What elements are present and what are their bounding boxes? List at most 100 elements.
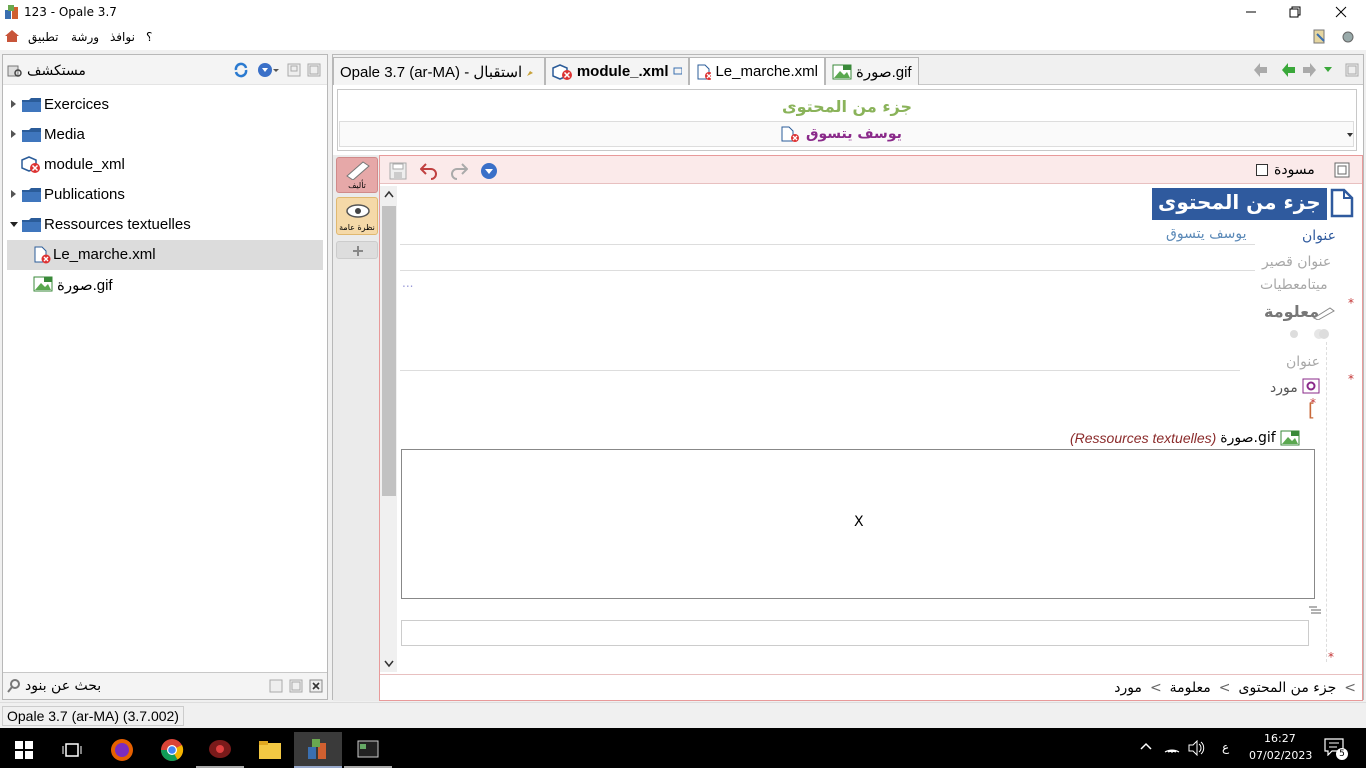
volume-icon[interactable] bbox=[1188, 740, 1206, 756]
info-options-icon[interactable] bbox=[1288, 328, 1300, 340]
explorer-menu-icon[interactable] bbox=[257, 62, 279, 78]
restore-icon[interactable] bbox=[269, 679, 283, 693]
image-reference[interactable]: صورة.gif (Ressources textuelles) bbox=[1070, 430, 1300, 446]
author-mode-tab[interactable]: تأليف bbox=[336, 157, 378, 193]
close-window-button[interactable] bbox=[1318, 0, 1364, 24]
perspective-icon[interactable] bbox=[1312, 29, 1328, 45]
settings-icon[interactable] bbox=[1340, 29, 1356, 45]
history-dropdown-icon[interactable] bbox=[1323, 66, 1333, 74]
terminal-taskbar-button[interactable] bbox=[344, 732, 392, 768]
file-explorer-taskbar-button[interactable] bbox=[246, 732, 294, 768]
editor-menu-icon[interactable] bbox=[480, 162, 498, 180]
folder-open-icon bbox=[22, 218, 41, 232]
tree-item-ressources-textuelles[interactable]: Ressources textuelles bbox=[3, 210, 327, 240]
breadcrumb: > جزء من المحتوى > معلومة > مورد bbox=[380, 674, 1362, 700]
gif-image-icon bbox=[1280, 430, 1300, 446]
tree-item-exercices[interactable]: Exercices bbox=[3, 90, 327, 120]
save-icon[interactable] bbox=[389, 162, 407, 180]
refresh-icon[interactable] bbox=[233, 62, 249, 78]
menu-windows[interactable]: نوافذ bbox=[110, 30, 135, 44]
search-icon bbox=[6, 678, 22, 694]
history-back-icon[interactable] bbox=[1281, 62, 1297, 78]
short-title-label: عنوان قصير bbox=[1262, 254, 1332, 270]
breadcrumb-item[interactable]: جزء من المحتوى bbox=[1239, 680, 1337, 696]
info-title-input[interactable] bbox=[400, 370, 1240, 371]
item-title-text: يوسف يتسوق bbox=[806, 126, 902, 142]
restore-icon[interactable] bbox=[287, 63, 301, 77]
app-taskbar-button[interactable] bbox=[196, 732, 244, 768]
menu-workshop[interactable]: ورشة bbox=[71, 30, 99, 44]
breadcrumb-item[interactable]: معلومة bbox=[1170, 680, 1211, 696]
maximize-panel-icon[interactable] bbox=[289, 679, 303, 693]
wifi-icon[interactable] bbox=[1164, 740, 1180, 754]
info-palette-icon[interactable] bbox=[1312, 326, 1330, 342]
home-icon[interactable] bbox=[4, 29, 20, 43]
opale-taskbar-button[interactable] bbox=[294, 732, 342, 768]
metadata-ellipsis[interactable]: ... bbox=[402, 276, 413, 290]
collapse-arrow-icon[interactable] bbox=[10, 222, 18, 227]
chevron-up-icon[interactable] bbox=[1140, 742, 1152, 750]
tree-item-publications[interactable]: Publications bbox=[3, 180, 327, 210]
vertical-scrollbar[interactable] bbox=[380, 186, 397, 672]
input-language[interactable]: ع bbox=[1222, 740, 1229, 754]
back-arrow-icon[interactable] bbox=[1253, 62, 1269, 78]
menu-help[interactable]: ؟ bbox=[146, 30, 152, 44]
maximize-panel-icon[interactable] bbox=[1345, 63, 1359, 77]
clock-time[interactable]: 16:27 bbox=[1264, 732, 1296, 745]
overview-mode-tab[interactable]: نظرة عامة bbox=[336, 197, 378, 235]
history-forward-icon[interactable] bbox=[1301, 62, 1317, 78]
caption-input[interactable] bbox=[401, 620, 1309, 646]
firefox-taskbar-button[interactable] bbox=[98, 732, 146, 768]
resource-gear-icon[interactable] bbox=[1302, 378, 1320, 394]
tab-image-gif[interactable]: صورة.gif bbox=[825, 57, 919, 85]
tab-module-xml[interactable]: module_.xml bbox=[545, 57, 689, 85]
expand-arrow-icon[interactable] bbox=[11, 190, 16, 198]
eye-icon bbox=[346, 204, 370, 218]
breadcrumb-row: > جزء من المحتوى > معلومة > مورد bbox=[1114, 680, 1356, 696]
expand-arrow-icon[interactable] bbox=[11, 100, 16, 108]
maximize-button[interactable] bbox=[1272, 0, 1318, 24]
tree-item-label: Le_marche.xml bbox=[53, 246, 156, 263]
scroll-up-icon[interactable] bbox=[384, 190, 394, 198]
editor-tabs: Opale 3.7 (ar-MA) - استقبال module_.xml … bbox=[333, 55, 1363, 85]
tab-home[interactable]: Opale 3.7 (ar-MA) - استقبال bbox=[333, 57, 545, 85]
search-items-label[interactable]: بحث عن بنود bbox=[25, 678, 101, 694]
minimize-button[interactable] bbox=[1228, 0, 1274, 24]
item-title-row: يوسف يتسوق bbox=[780, 126, 902, 142]
divider bbox=[400, 244, 1255, 245]
redo-icon[interactable] bbox=[450, 162, 468, 180]
close-panel-icon[interactable] bbox=[309, 679, 323, 693]
maximize-editor-icon[interactable] bbox=[1334, 162, 1350, 178]
gif-image-icon bbox=[33, 276, 53, 292]
tree-item-le-marche[interactable]: Le_marche.xml bbox=[7, 240, 323, 270]
short-title-input[interactable] bbox=[400, 270, 1255, 271]
folder-icon bbox=[22, 128, 41, 142]
scroll-down-icon[interactable] bbox=[384, 660, 394, 668]
scrollbar-thumb[interactable] bbox=[382, 206, 396, 496]
start-button[interactable] bbox=[0, 732, 48, 768]
menu-application[interactable]: تطبيق bbox=[28, 30, 58, 44]
chevron-down-icon[interactable] bbox=[1347, 133, 1353, 137]
add-mode-button[interactable] bbox=[336, 241, 378, 259]
tree-item-image-gif[interactable]: صورة.gif bbox=[3, 270, 327, 300]
section-title: جزء من المحتوى bbox=[1158, 190, 1321, 214]
tree-item-label: Media bbox=[44, 126, 85, 143]
maximize-panel-icon[interactable] bbox=[307, 63, 321, 77]
chrome-taskbar-button[interactable] bbox=[148, 732, 196, 768]
breadcrumb-item[interactable]: مورد bbox=[1114, 680, 1142, 696]
task-view-button[interactable] bbox=[48, 732, 96, 768]
required-marker: * bbox=[1348, 372, 1354, 386]
edit-pencil-icon[interactable] bbox=[1312, 306, 1336, 320]
metadata-label[interactable]: ميتامعطيات bbox=[1260, 277, 1328, 293]
tree-item-media[interactable]: Media bbox=[3, 120, 327, 150]
draft-checkbox[interactable] bbox=[1256, 164, 1268, 176]
expand-arrow-icon[interactable] bbox=[11, 130, 16, 138]
item-title-selector[interactable]: يوسف يتسوق bbox=[339, 121, 1354, 147]
side-mode-tabs: تأليف نظرة عامة bbox=[333, 155, 379, 701]
title-field-value[interactable]: يوسف يتسوق bbox=[1166, 226, 1247, 242]
tab-le-marche[interactable]: Le_marche.xml bbox=[689, 57, 825, 85]
tree-item-module-xml[interactable]: module_xml bbox=[3, 150, 327, 180]
caption-edit-icon[interactable] bbox=[1308, 604, 1322, 616]
undo-icon[interactable] bbox=[420, 162, 438, 180]
clock-date[interactable]: 07/02/2023 bbox=[1249, 749, 1312, 762]
